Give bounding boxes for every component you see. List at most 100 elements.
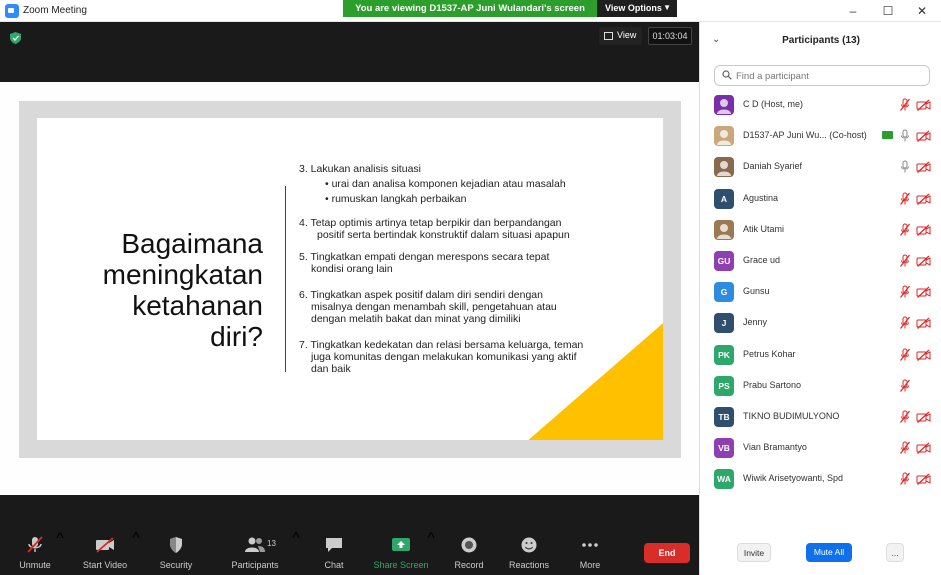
panel-footer: Invite Mute All ...	[700, 543, 941, 565]
slide-content: Bagaimana meningkatan ketahanan diri? 3.…	[37, 118, 663, 440]
avatar-photo-icon	[717, 130, 731, 146]
close-icon[interactable]: ✕	[914, 3, 930, 19]
microphone-muted-icon[interactable]	[899, 379, 911, 393]
avatar: A	[714, 188, 734, 209]
microphone-muted-icon[interactable]	[899, 410, 911, 424]
video-off-icon[interactable]	[916, 442, 931, 455]
more-dots-icon	[582, 543, 598, 547]
participant-name: Gunsu	[743, 286, 770, 297]
microphone-muted-icon[interactable]	[899, 348, 911, 362]
participant-search[interactable]	[714, 65, 930, 86]
participants-panel: ⌄ Participants (13) C D (Host, me) D1537-…	[699, 22, 941, 575]
participant-row[interactable]: D1537-AP Juni Wu... (Co-host)	[700, 121, 941, 152]
slide-point-line: kondisi orang lain	[311, 263, 393, 275]
view-label: View	[617, 30, 637, 40]
microphone-muted-icon[interactable]	[899, 192, 911, 206]
participant-row[interactable]: A Agustina	[700, 184, 941, 215]
participant-row[interactable]: GU Grace ud	[700, 246, 941, 277]
avatar	[714, 157, 734, 178]
audio-options-chevron-icon[interactable]: ^	[55, 530, 65, 547]
microphone-icon[interactable]	[899, 160, 911, 174]
avatar: J	[714, 313, 734, 334]
video-off-icon[interactable]	[916, 130, 931, 143]
video-off-icon[interactable]	[916, 224, 931, 236]
video-options-chevron-icon[interactable]: ^	[131, 530, 141, 547]
microphone-icon[interactable]	[899, 129, 911, 143]
panel-title: Participants (13)	[782, 35, 860, 46]
slide-frame: Bagaimana meningkatan ketahanan diri? 3.…	[19, 101, 681, 458]
video-off-icon[interactable]	[916, 286, 931, 299]
security-label: Security	[159, 560, 193, 570]
minimize-icon[interactable]: –	[845, 3, 861, 19]
video-off-icon[interactable]	[916, 161, 931, 174]
participant-row[interactable]: TB TIKNO BUDIMULYONO	[700, 402, 941, 433]
reactions-button[interactable]: Reactions	[499, 530, 559, 575]
more-options-button[interactable]: ...	[886, 543, 904, 562]
microphone-muted-icon	[27, 536, 43, 553]
participant-row[interactable]: PK Petrus Kohar	[700, 340, 941, 371]
participants-options-chevron-icon[interactable]: ^	[291, 530, 301, 547]
share-options-chevron-icon[interactable]: ^	[426, 530, 436, 547]
slide-point: 4. Tetap optimis artinya tetap berpikir …	[299, 217, 639, 241]
video-off-icon[interactable]	[916, 317, 931, 330]
view-button[interactable]: View	[599, 27, 643, 45]
slide-divider	[285, 186, 286, 372]
microphone-muted-icon[interactable]	[899, 285, 911, 299]
screen-share-banner: You are viewing D1537-AP Juni Wulandari'…	[343, 0, 677, 17]
microphone-muted-icon[interactable]	[899, 98, 911, 112]
participant-row[interactable]: Atik Utami	[700, 215, 941, 246]
slide-title: Bagaimana meningkatan ketahanan diri?	[67, 228, 263, 352]
participants-count: 13	[267, 539, 276, 548]
avatar: GU	[714, 250, 734, 271]
search-input[interactable]	[736, 69, 921, 83]
participant-name: D1537-AP Juni Wu... (Co-host)	[743, 130, 867, 141]
video-off-icon[interactable]	[916, 193, 931, 205]
video-off-icon[interactable]	[916, 349, 931, 361]
video-off-icon[interactable]	[916, 411, 931, 423]
chevron-down-icon: ▼	[663, 3, 671, 12]
mute-all-button[interactable]: Mute All	[806, 543, 852, 562]
slide-bullet: • rumuskan langkah perbaikan	[325, 193, 467, 205]
participant-name: Wiwik Arisetyowanti, Spd	[743, 473, 844, 484]
participant-row[interactable]: PS Prabu Sartono	[700, 371, 941, 402]
participant-name: Atik Utami	[743, 223, 785, 234]
participant-row[interactable]: Daniah Syarief	[700, 152, 941, 183]
participants-button[interactable]: 13 Participants	[225, 530, 285, 575]
encryption-shield-icon[interactable]	[10, 32, 21, 44]
participant-row[interactable]: VB Vian Bramantyo	[700, 433, 941, 464]
record-button[interactable]: Record	[439, 530, 499, 575]
video-off-icon[interactable]	[916, 473, 931, 486]
banner-text: You are viewing D1537-AP Juni Wulandari'…	[355, 3, 585, 14]
end-meeting-button[interactable]: End	[644, 543, 690, 563]
participants-icon	[245, 537, 265, 552]
invite-button[interactable]: Invite	[737, 543, 771, 562]
slide-point: 7. Tingkatkan kedekatan dan relasi bersa…	[299, 339, 639, 375]
microphone-muted-icon[interactable]	[899, 316, 911, 330]
share-screen-label: Share Screen	[373, 560, 429, 570]
share-screen-button[interactable]: Share Screen	[371, 530, 431, 575]
chat-button[interactable]: Chat	[304, 530, 364, 575]
more-button[interactable]: More	[560, 530, 620, 575]
view-options-button[interactable]: View Options ▼	[597, 0, 677, 17]
avatar: VB	[714, 438, 734, 459]
microphone-muted-icon[interactable]	[899, 472, 911, 486]
participant-row[interactable]: G Gunsu	[700, 277, 941, 308]
avatar: PS	[714, 375, 734, 396]
slide-point-line: misalnya dengan menambah skill, pengetah…	[311, 301, 557, 313]
video-off-icon[interactable]	[916, 99, 931, 111]
participant-row[interactable]: C D (Host, me)	[700, 90, 941, 121]
screen-share-badge-icon	[882, 131, 893, 140]
avatar-photo-icon	[717, 223, 731, 239]
security-button[interactable]: Security	[146, 530, 206, 575]
microphone-muted-icon[interactable]	[899, 441, 911, 455]
view-options-label: View Options	[605, 3, 662, 13]
avatar: PK	[714, 344, 734, 365]
start-video-button[interactable]: Start Video	[75, 530, 135, 575]
maximize-icon[interactable]: ☐	[880, 3, 896, 19]
microphone-muted-icon[interactable]	[899, 223, 911, 237]
video-off-icon[interactable]	[916, 255, 931, 267]
microphone-muted-icon[interactable]	[899, 254, 911, 268]
participant-row[interactable]: J Jenny	[700, 308, 941, 339]
participant-name: Prabu Sartono	[743, 379, 802, 390]
participant-row[interactable]: WA Wiwik Arisetyowanti, Spd	[700, 464, 941, 495]
